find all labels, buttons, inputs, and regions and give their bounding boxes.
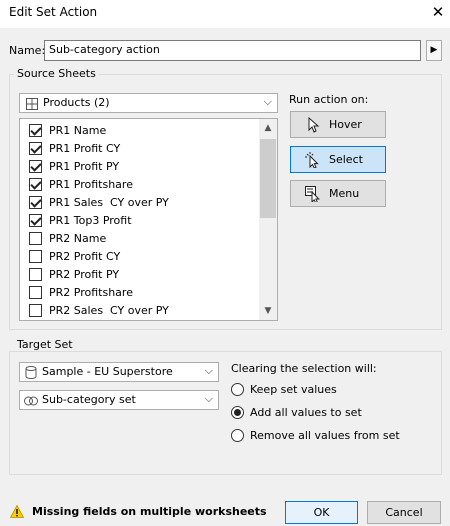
triangle-right-icon: ▶ (430, 45, 438, 55)
select-label: Select (329, 153, 363, 166)
list-item-label: PR1 Sales CY over PY (49, 196, 169, 209)
hover-button[interactable]: Hover (290, 111, 386, 138)
close-icon[interactable]: ✕ (431, 3, 445, 21)
checkbox-unchecked[interactable] (29, 268, 42, 281)
sheet-grid-icon (26, 98, 38, 110)
list-item[interactable]: PR1 Profit PY (20, 158, 260, 176)
target-datasource-dropdown[interactable]: Sample - EU Superstore ⌵ (19, 362, 219, 382)
list-item[interactable]: PR2 Profitshare (20, 284, 260, 302)
dialog-title: Edit Set Action (9, 5, 98, 19)
warning-message: Missing fields on multiple worksheets (32, 505, 267, 518)
list-item-label: PR1 Top3 Profit (49, 214, 132, 227)
list-item-label: PR1 Profit PY (49, 160, 120, 173)
keep-set-values-label: Keep set values (250, 383, 337, 396)
hover-label: Hover (329, 118, 362, 131)
chevron-down-icon: ⌵ (204, 392, 213, 405)
checkbox-unchecked[interactable] (29, 232, 42, 245)
checkbox-checked[interactable] (29, 214, 42, 227)
checkbox-unchecked[interactable] (29, 304, 42, 317)
list-item[interactable]: PR1 Sales CY over PY (20, 194, 260, 212)
list-item[interactable]: PR2 Profit PY (20, 266, 260, 284)
ok-button[interactable]: OK (285, 501, 358, 524)
checkbox-unchecked[interactable] (29, 250, 42, 263)
source-sheets-list[interactable]: PR1 Name PR1 Profit CY PR1 Profit PY PR1 Pr… (19, 118, 278, 321)
checkbox-checked[interactable] (29, 178, 42, 191)
source-sheets-label: Source Sheets (14, 67, 99, 80)
pointer-icon (308, 117, 320, 133)
list-item-label: PR1 Name (49, 124, 107, 137)
list-item-label: PR2 Sales CY over PY (49, 304, 169, 317)
remove-all-values-label: Remove all values from set (250, 429, 400, 442)
chevron-down-icon: ⌵ (204, 364, 213, 377)
list-item-label: PR1 Profitshare (49, 178, 133, 191)
list-item[interactable]: PR1 Top3 Profit (20, 212, 260, 230)
menu-button[interactable]: Menu (290, 180, 386, 207)
radio-remove-all-values[interactable] (231, 429, 244, 442)
add-all-values-label: Add all values to set (250, 406, 362, 419)
list-item[interactable]: PR2 Sales CY over PY (20, 302, 260, 320)
checkbox-checked[interactable] (29, 124, 42, 137)
warning-icon (10, 505, 24, 518)
radio-keep-set-values[interactable] (231, 383, 244, 396)
radio-add-all-values[interactable] (231, 406, 244, 419)
target-datasource-value: Sample - EU Superstore (42, 365, 173, 378)
list-item[interactable]: PR1 Profit CY (20, 140, 260, 158)
target-set-dropdown[interactable]: Sub-category set ⌵ (19, 390, 219, 410)
select-pointer-icon (305, 152, 319, 168)
target-set-value: Sub-category set (42, 393, 136, 406)
cancel-button[interactable]: Cancel (367, 501, 441, 524)
set-icon (24, 396, 38, 406)
list-item-label: PR2 Profit CY (49, 250, 121, 263)
checkbox-checked[interactable] (29, 160, 42, 173)
chevron-down-icon: ⌵ (263, 95, 272, 108)
run-action-label: Run action on: (289, 93, 369, 106)
menu-label: Menu (329, 187, 360, 200)
scroll-up-icon[interactable]: ▲ (259, 123, 277, 133)
name-insert-button[interactable]: ▶ (426, 40, 442, 61)
list-item[interactable]: PR2 Name (20, 230, 260, 248)
checkbox-checked[interactable] (29, 142, 42, 155)
clearing-label: Clearing the selection will: (231, 362, 377, 375)
name-label: Name: (9, 44, 46, 57)
list-item-label: PR2 Profit PY (49, 268, 120, 281)
scrollbar-thumb[interactable] (260, 139, 276, 218)
checkbox-checked[interactable] (29, 196, 42, 209)
list-item-label: PR2 Profitshare (49, 286, 133, 299)
menu-pointer-icon (305, 186, 320, 202)
database-icon (25, 366, 37, 379)
checkbox-unchecked[interactable] (29, 286, 42, 299)
target-set-label: Target Set (14, 338, 76, 351)
list-item[interactable]: PR1 Profitshare (20, 176, 260, 194)
name-field[interactable]: Sub-category action (44, 40, 421, 61)
list-item-label: PR2 Name (49, 232, 107, 245)
list-item[interactable]: PR2 Profit CY (20, 248, 260, 266)
select-button[interactable]: Select (290, 146, 386, 173)
list-item[interactable]: PR1 Name (20, 122, 260, 140)
list-item-label: PR1 Profit CY (49, 142, 121, 155)
source-sheets-dropdown-value: Products (2) (43, 96, 110, 109)
source-sheets-dropdown[interactable]: Products (2) ⌵ (19, 93, 278, 113)
scroll-down-icon[interactable]: ▼ (259, 306, 277, 316)
